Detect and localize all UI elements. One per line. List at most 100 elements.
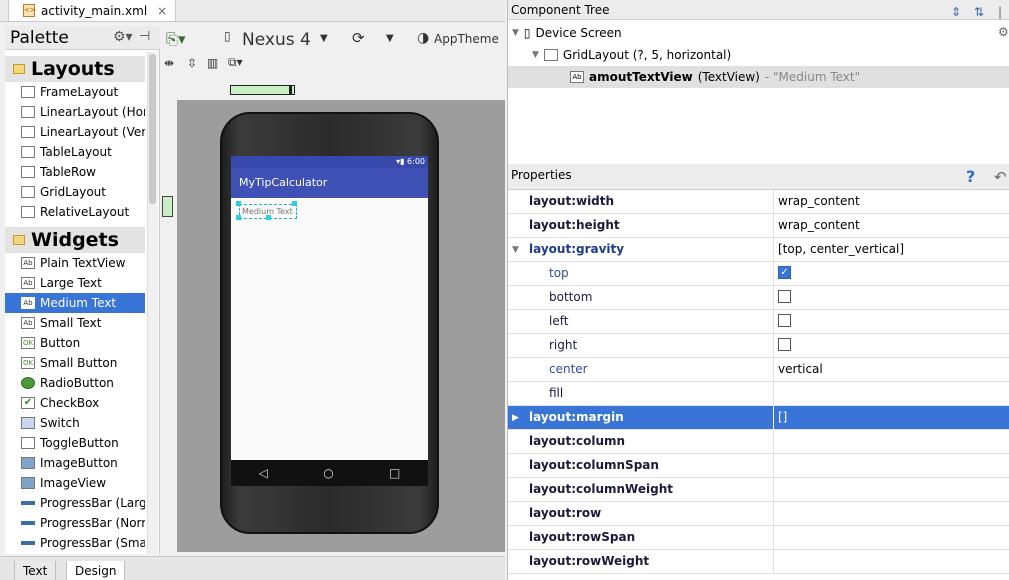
progress-icon xyxy=(21,521,35,525)
property-row-gravity-left[interactable]: left xyxy=(508,310,1009,334)
layouts-section-header[interactable]: Layouts xyxy=(5,56,145,82)
device-screen-preview[interactable]: ▾▮ 6:00 MyTipCalculator Medium Text ◁ ○ … xyxy=(231,156,428,486)
palette-item-togglebutton[interactable]: ToggleButton xyxy=(5,433,145,453)
distribute-icon[interactable]: ▥ xyxy=(207,56,218,70)
chevron-down-icon[interactable]: ▼ xyxy=(320,33,328,44)
property-row-layout-rowspan[interactable]: layout:rowSpan xyxy=(508,526,1009,550)
gravity-right-checkbox[interactable] xyxy=(778,338,791,351)
align-icon[interactable]: ⧉▾ xyxy=(228,55,243,70)
palette-item-label: FrameLayout xyxy=(40,85,119,99)
palette-item-progressbar-large[interactable]: ProgressBar (Large) xyxy=(5,493,145,513)
property-row-layout-column[interactable]: layout:column xyxy=(508,430,1009,454)
property-value[interactable]: wrap_content xyxy=(773,190,1009,213)
property-value[interactable]: [] xyxy=(773,406,1009,429)
back-icon[interactable]: ◁ xyxy=(259,466,268,480)
resize-handle[interactable] xyxy=(292,201,297,206)
tree-item-device-screen[interactable]: ▼ ▯ Device Screen xyxy=(512,23,622,43)
file-tab[interactable]: <> activity_main.xml × xyxy=(8,0,177,22)
property-value[interactable] xyxy=(773,550,1009,573)
property-value[interactable] xyxy=(773,478,1009,501)
property-row-layout-margin[interactable]: ▶ layout:margin [] xyxy=(508,406,1009,430)
property-value[interactable]: [top, center_vertical] xyxy=(773,238,1009,261)
palette-item-imageview[interactable]: ImageView xyxy=(5,473,145,493)
gravity-top-checkbox[interactable]: ✓ xyxy=(778,266,791,279)
resize-handle[interactable] xyxy=(266,215,271,220)
tree-item-amouttextview[interactable]: Ab amoutTextView (TextView) - "Medium Te… xyxy=(570,67,860,87)
tab-text[interactable]: Text xyxy=(14,561,57,580)
expand-all-icon[interactable]: ⇕ xyxy=(951,2,961,22)
property-value[interactable]: vertical xyxy=(773,358,1009,381)
device-icon[interactable]: ▯ xyxy=(224,29,231,43)
palette-item-tablelayout[interactable]: TableLayout xyxy=(5,142,145,162)
palette-item-relativelayout[interactable]: RelativeLayout xyxy=(5,202,145,222)
property-row-layout-row[interactable]: layout:row xyxy=(508,502,1009,526)
property-row-layout-gravity[interactable]: ▼ layout:gravity [top, center_vertical] xyxy=(508,238,1009,262)
palette-item-small-button[interactable]: OK Small Button xyxy=(5,353,145,373)
property-row-gravity-bottom[interactable]: bottom xyxy=(508,286,1009,310)
text-icon: Ab xyxy=(21,317,35,329)
property-row-layout-rowweight[interactable]: layout:rowWeight xyxy=(508,550,1009,574)
property-value[interactable] xyxy=(773,454,1009,477)
property-row-gravity-right[interactable]: right xyxy=(508,334,1009,358)
property-value[interactable]: wrap_content xyxy=(773,214,1009,237)
close-icon[interactable]: × xyxy=(157,4,167,18)
collapse-all-icon[interactable]: ⇅ xyxy=(974,2,984,22)
palette-item-radiobutton[interactable]: RadioButton xyxy=(5,373,145,393)
palette-item-gridlayout[interactable]: GridLayout xyxy=(5,182,145,202)
palette-item-progressbar-normal[interactable]: ProgressBar (Normal) xyxy=(5,513,145,533)
medium-text-view-preview[interactable]: Medium Text xyxy=(236,201,297,220)
palette-item-small-text[interactable]: Ab Small Text xyxy=(5,313,145,333)
palette-item-progressbar-small[interactable]: ProgressBar (Small) xyxy=(5,533,145,553)
palette-scrollbar-thumb[interactable] xyxy=(149,54,156,204)
property-row-gravity-center[interactable]: center vertical xyxy=(508,358,1009,382)
help-icon[interactable]: ? xyxy=(966,166,975,188)
property-row-layout-columnspan[interactable]: layout:columnSpan xyxy=(508,454,1009,478)
property-row-layout-width[interactable]: layout:width wrap_content xyxy=(508,190,1009,214)
property-row-gravity-top[interactable]: top ✓ xyxy=(508,262,1009,286)
property-value[interactable] xyxy=(773,382,1009,405)
gravity-bottom-checkbox[interactable] xyxy=(778,290,791,303)
palette-item-button[interactable]: OK Button xyxy=(5,333,145,353)
undo-icon[interactable]: ↶ xyxy=(994,166,1007,188)
gear-icon[interactable]: ⚙▾ xyxy=(113,29,133,45)
pin-icon[interactable]: ⊣ xyxy=(139,29,150,44)
palette-item-switch[interactable]: Switch xyxy=(5,413,145,433)
fit-width-icon[interactable]: ⇼ xyxy=(164,56,174,70)
property-row-layout-height[interactable]: layout:height wrap_content xyxy=(508,214,1009,238)
resize-handle[interactable] xyxy=(236,201,241,206)
property-row-layout-columnweight[interactable]: layout:columnWeight xyxy=(508,478,1009,502)
palette-item-linearlayout-horizontal[interactable]: LinearLayout (Horizontal) xyxy=(5,102,145,122)
collapse-arrow-icon[interactable]: ▼ xyxy=(512,245,519,255)
palette-item-plain-textview[interactable]: Ab Plain TextView xyxy=(5,253,145,273)
gravity-left-checkbox[interactable] xyxy=(778,314,791,327)
rotate-icon[interactable]: ⟳ xyxy=(352,29,365,47)
device-orientation-icon[interactable]: ⎘▾ xyxy=(166,30,186,48)
recents-icon[interactable]: □ xyxy=(389,466,400,480)
chevron-down-icon[interactable]: ▼ xyxy=(386,33,394,44)
property-value[interactable] xyxy=(773,526,1009,549)
theme-icon[interactable]: ◑ xyxy=(417,30,429,46)
property-value[interactable] xyxy=(773,430,1009,453)
palette-item-label: RadioButton xyxy=(40,376,114,390)
palette-item-checkbox[interactable]: ✔ CheckBox xyxy=(5,393,145,413)
theme-button[interactable]: AppTheme xyxy=(434,32,499,46)
collapse-arrow-icon[interactable]: ▼ xyxy=(512,28,519,38)
palette-item-large-text[interactable]: Ab Large Text xyxy=(5,273,145,293)
palette-item-imagebutton[interactable]: ImageButton xyxy=(5,453,145,473)
property-value[interactable] xyxy=(773,502,1009,525)
palette-item-framelayout[interactable]: FrameLayout xyxy=(5,82,145,102)
resize-handle[interactable] xyxy=(236,215,241,220)
expand-arrow-icon[interactable]: ▶ xyxy=(512,413,519,423)
fit-height-icon[interactable]: ⇳ xyxy=(187,56,197,70)
property-row-gravity-fill[interactable]: fill xyxy=(508,382,1009,406)
home-icon[interactable]: ○ xyxy=(323,466,333,480)
tree-item-gridlayout[interactable]: ▼ GridLayout (?, 5, horizontal) xyxy=(532,45,731,65)
palette-item-tablerow[interactable]: TableRow xyxy=(5,162,145,182)
settings-icon[interactable]: |⚙ xyxy=(998,2,1009,42)
palette-item-linearlayout-vertical[interactable]: LinearLayout (Vertical) xyxy=(5,122,145,142)
palette-item-medium-text[interactable]: Ab Medium Text xyxy=(5,293,145,313)
tab-design[interactable]: Design xyxy=(66,561,126,580)
device-dropdown[interactable]: Nexus 4 xyxy=(242,30,311,50)
collapse-arrow-icon[interactable]: ▼ xyxy=(532,50,539,60)
widgets-section-header[interactable]: Widgets xyxy=(5,227,145,253)
